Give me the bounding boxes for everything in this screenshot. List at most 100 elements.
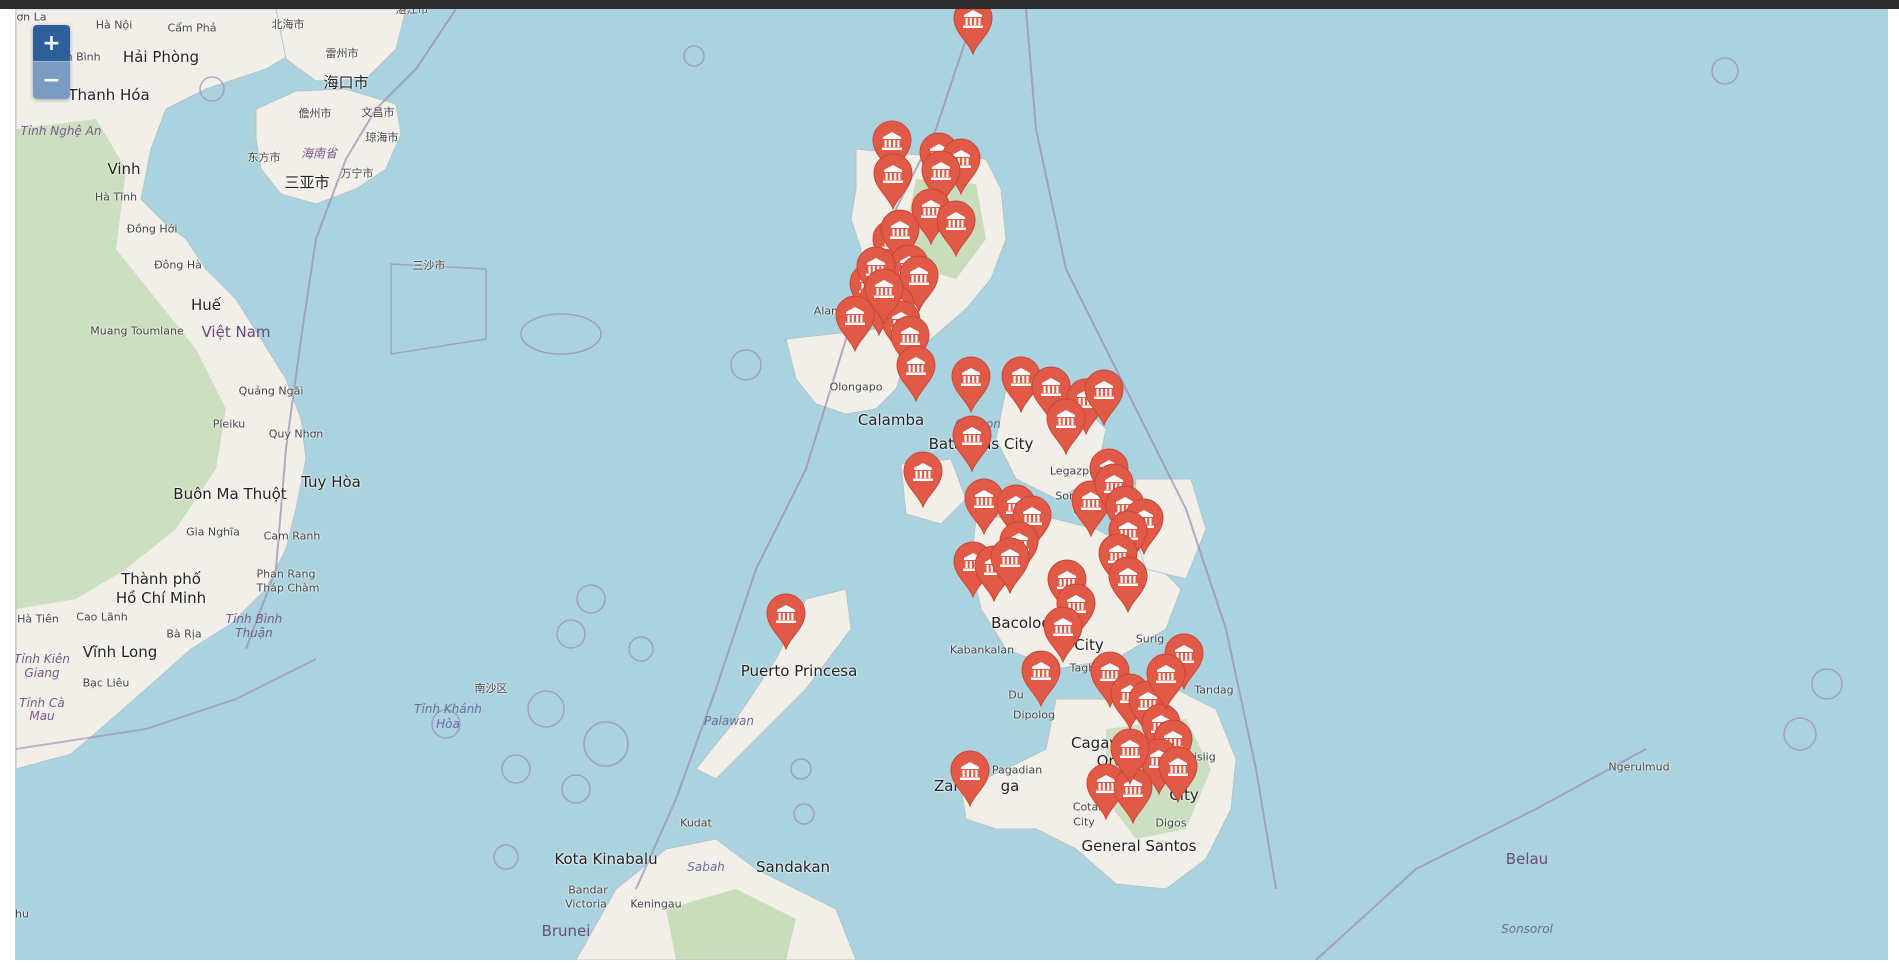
paracel-zone <box>390 263 487 355</box>
map-label: Olongapo <box>829 380 883 394</box>
map-label: Kudat <box>680 816 712 830</box>
map-label: Brunei <box>541 922 591 940</box>
zoom-in-button[interactable]: + <box>33 25 70 62</box>
island-outline <box>561 774 591 804</box>
museum-icon <box>873 153 913 210</box>
map-label: Sơn La <box>16 10 47 24</box>
map-label: Ngerulmud <box>1608 760 1670 774</box>
map-label: Surig <box>1135 632 1165 646</box>
map-label: Thuận <box>235 626 273 640</box>
map-label: 北海市 <box>271 18 305 31</box>
maritime-boundary-4 <box>1315 748 1647 960</box>
map-label: Đông Hà <box>154 258 202 272</box>
map-label: Sandakan <box>755 858 831 876</box>
museum-icon <box>952 415 992 472</box>
map-label: Giang <box>24 666 60 680</box>
zoom-control: + − <box>33 25 70 99</box>
map-label: Thành phố <box>121 570 201 588</box>
map-marker[interactable] <box>1107 555 1149 613</box>
map-label: 三沙市 <box>412 259 446 272</box>
map-marker[interactable] <box>950 355 992 413</box>
map-marker[interactable] <box>1157 745 1199 803</box>
map-label: Belau <box>1505 850 1549 868</box>
map-label: Thanh Hóa <box>68 86 150 104</box>
map-marker[interactable] <box>949 749 991 807</box>
map-marker[interactable] <box>1109 727 1151 785</box>
map-marker[interactable] <box>872 152 914 210</box>
museum-icon <box>1021 650 1061 707</box>
map-label: Hồ Chí Minh <box>115 589 207 607</box>
map-label: Calamba <box>857 411 925 429</box>
map-label: Hà Tĩnh <box>94 190 138 204</box>
museum-icon <box>835 295 875 352</box>
map-label: Victoria <box>565 897 607 911</box>
island-outline <box>730 349 762 381</box>
map-label: Keningau <box>630 897 682 911</box>
map-label: Cam Ranh <box>263 529 321 543</box>
map-marker[interactable] <box>902 450 944 508</box>
map-marker[interactable] <box>951 414 993 472</box>
map-label: 万宁市 <box>340 167 374 180</box>
island-outline <box>576 584 606 614</box>
map-label: Dipolog <box>1012 708 1056 722</box>
map-label: 湛江市 <box>395 9 429 16</box>
island-outline <box>1711 57 1739 85</box>
map-marker[interactable] <box>895 344 937 402</box>
map-label: Digos <box>1155 816 1187 830</box>
museum-icon <box>953 9 993 55</box>
map-marker[interactable] <box>1083 368 1125 426</box>
map-label: Buôn Ma Thuột <box>173 485 287 503</box>
museum-icon <box>1084 369 1124 426</box>
map-label: 海南省 <box>300 146 338 161</box>
map-label: Palawan <box>703 714 755 728</box>
map-label: Tỉnh Bình <box>225 612 283 626</box>
map-label: Hòa <box>436 717 460 731</box>
museum-icon <box>1158 746 1198 803</box>
map-label: 南沙区 <box>474 682 508 695</box>
island-outline <box>790 758 812 780</box>
map-label: Sabah <box>687 860 725 874</box>
map-label: Kabankalan <box>949 643 1015 657</box>
map-label: Legazpi <box>1049 464 1093 478</box>
museum-icon <box>1110 728 1150 785</box>
island-outline <box>583 721 629 767</box>
museum-icon <box>1108 556 1148 613</box>
museum-icon <box>936 200 976 257</box>
museum-icon <box>1046 398 1086 455</box>
map-marker[interactable] <box>935 199 977 257</box>
map-label: Sonsorol <box>1501 922 1553 936</box>
map-marker[interactable] <box>952 9 994 55</box>
map-label: Vĩnh Long <box>82 643 158 661</box>
map-label: 海口市 <box>323 73 369 92</box>
island-outline <box>493 844 519 870</box>
map-label: Cẩm Phả <box>167 21 217 35</box>
map-label: Bà Rịa <box>166 627 202 641</box>
map-marker[interactable] <box>765 592 807 650</box>
map-label: 文昌市 <box>361 106 395 119</box>
island-outline <box>683 45 705 67</box>
map-label: Puerto Princesa <box>740 662 858 680</box>
museum-icon <box>903 451 943 508</box>
map-label: 琼海市 <box>365 131 399 144</box>
zoom-out-button[interactable]: − <box>33 62 70 99</box>
map-label: Hải Phòng <box>122 48 200 66</box>
museum-icon <box>990 537 1030 594</box>
map-marker[interactable] <box>989 536 1031 594</box>
map-marker[interactable] <box>1020 649 1062 707</box>
map-viewport[interactable]: Sơn La Hà Nội Cẩm Phả 北海市 湛江市 Ninh Bình … <box>15 9 1888 960</box>
map-label: Tháp Chàm <box>256 581 320 595</box>
map-label: Phan Rang <box>256 567 316 581</box>
map-label: Muang Toumlane <box>90 324 184 338</box>
map-label: General Santos <box>1081 837 1197 855</box>
map-label: 雷州市 <box>325 47 359 60</box>
island-outline <box>527 690 565 728</box>
map-marker[interactable] <box>1145 652 1187 710</box>
museum-icon <box>950 750 990 807</box>
map-marker[interactable] <box>834 294 876 352</box>
map-label: Tỉnh Kiên <box>15 652 70 666</box>
museum-icon <box>896 345 936 402</box>
map-marker[interactable] <box>1045 397 1087 455</box>
island-outline <box>520 313 602 355</box>
map-label: Tỉnh Nghệ An <box>20 124 102 138</box>
island-outline <box>1783 717 1817 751</box>
